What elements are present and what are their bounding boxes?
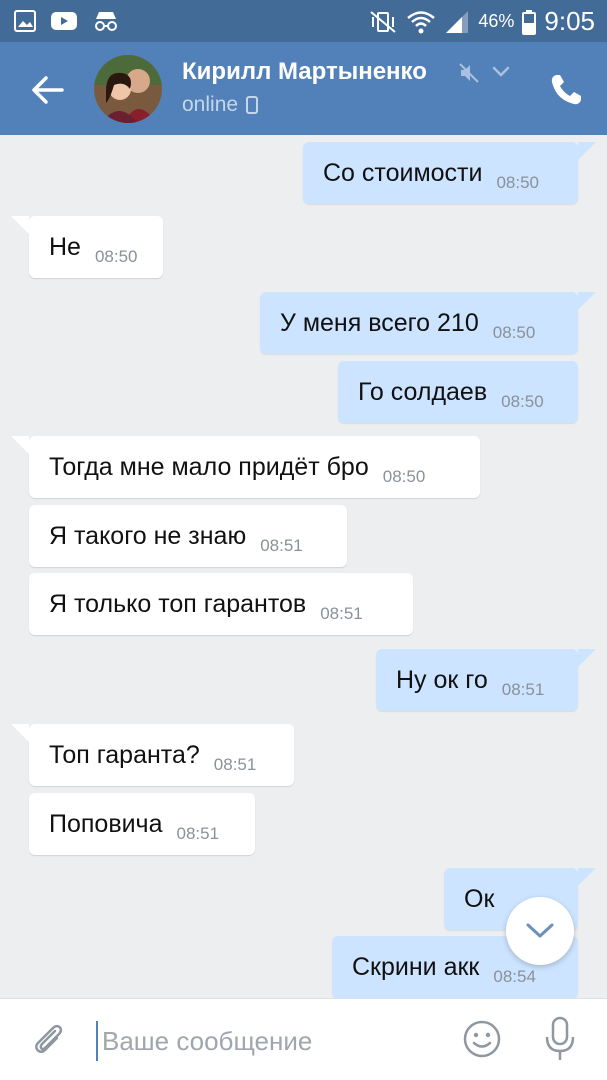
bubble-tail xyxy=(11,216,29,234)
chevron-down-icon xyxy=(526,923,554,938)
message-time: 08:50 xyxy=(496,173,539,192)
battery-percentage: 46% xyxy=(478,11,515,31)
message-time: 08:51 xyxy=(320,604,363,623)
battery-icon xyxy=(522,9,537,35)
bubble-tail xyxy=(578,868,596,886)
message-text: Поповича xyxy=(49,809,163,838)
contact-status: online xyxy=(182,93,259,117)
youtube-icon xyxy=(51,12,77,30)
message-outgoing[interactable]: Го солдаев 08:50 xyxy=(338,361,578,423)
message-text: Я только топ гарантов xyxy=(49,589,307,618)
message-text: Со стоимости xyxy=(323,158,483,187)
message-outgoing[interactable]: Ну ок го 08:51 xyxy=(376,649,578,711)
compose-bar xyxy=(0,998,607,1080)
muted-speaker-icon xyxy=(459,63,479,83)
chat-header: Кирилл Мартыненко online xyxy=(0,42,607,135)
message-text: Я такого не знаю xyxy=(49,521,247,550)
message-text: У меня всего 210 xyxy=(280,308,479,337)
bubble-tail xyxy=(578,142,596,160)
status-system-icons: 46% 9:05 xyxy=(368,6,595,37)
incognito-icon xyxy=(95,12,117,31)
message-incoming[interactable]: Тогда мне мало придёт бро 08:50 xyxy=(29,436,480,498)
arrow-left-icon[interactable] xyxy=(28,70,68,110)
message-text: Го солдаев xyxy=(358,377,488,406)
status-bar: 46% 9:05 xyxy=(0,0,607,42)
message-incoming[interactable]: Поповича 08:51 xyxy=(29,793,255,855)
message-time: 08:51 xyxy=(213,755,257,774)
message-text: Ок xyxy=(464,884,495,913)
message-time: 08:50 xyxy=(501,392,544,411)
message-incoming[interactable]: Топ гаранта? 08:51 xyxy=(29,724,294,786)
message-time: 08:50 xyxy=(492,323,536,342)
clock: 9:05 xyxy=(544,6,595,36)
microphone-icon[interactable] xyxy=(542,1015,578,1063)
phone-icon[interactable] xyxy=(548,72,584,108)
message-text: Ну ок го xyxy=(396,665,488,694)
message-time: 08:50 xyxy=(94,247,138,266)
vibrate-mute-icon xyxy=(370,10,396,33)
message-input[interactable] xyxy=(96,1021,436,1061)
bubble-tail xyxy=(578,649,596,667)
signal-icon xyxy=(446,10,469,33)
status-notification-icons xyxy=(14,9,120,33)
paperclip-icon[interactable] xyxy=(28,1019,68,1059)
message-text: Не xyxy=(49,232,81,261)
message-text: Скрини акк xyxy=(352,952,480,981)
message-incoming[interactable]: Я такого не знаю 08:51 xyxy=(29,505,347,567)
chevron-down-icon[interactable] xyxy=(492,66,510,78)
message-outgoing[interactable]: У меня всего 210 08:50 xyxy=(260,292,578,354)
bubble-tail xyxy=(578,292,596,310)
bubble-tail xyxy=(11,436,29,454)
message-time: 08:54 xyxy=(493,967,536,986)
online-status-label: online xyxy=(182,93,239,116)
smiley-icon[interactable] xyxy=(462,1019,502,1059)
message-time: 08:50 xyxy=(382,467,426,486)
bubble-tail xyxy=(11,724,29,742)
wifi-icon xyxy=(407,10,436,33)
scroll-down-button[interactable] xyxy=(506,897,574,965)
message-list[interactable]: Со стоимости 08:50 Не 08:50 У меня всего… xyxy=(0,135,607,998)
message-text: Тогда мне мало придёт бро xyxy=(49,452,369,481)
message-time: 08:51 xyxy=(501,680,545,699)
avatar[interactable] xyxy=(94,55,162,123)
gallery-icon xyxy=(14,10,36,32)
message-time: 08:51 xyxy=(176,824,220,843)
message-incoming[interactable]: Я только топ гарантов 08:51 xyxy=(29,573,413,635)
contact-name[interactable]: Кирилл Мартыненко xyxy=(182,58,427,86)
message-incoming[interactable]: Не 08:50 xyxy=(29,216,163,278)
message-time: 08:51 xyxy=(260,536,303,555)
message-text: Топ гаранта? xyxy=(49,740,200,769)
mobile-device-icon xyxy=(246,96,259,114)
message-outgoing[interactable]: Со стоимости 08:50 xyxy=(303,142,578,204)
